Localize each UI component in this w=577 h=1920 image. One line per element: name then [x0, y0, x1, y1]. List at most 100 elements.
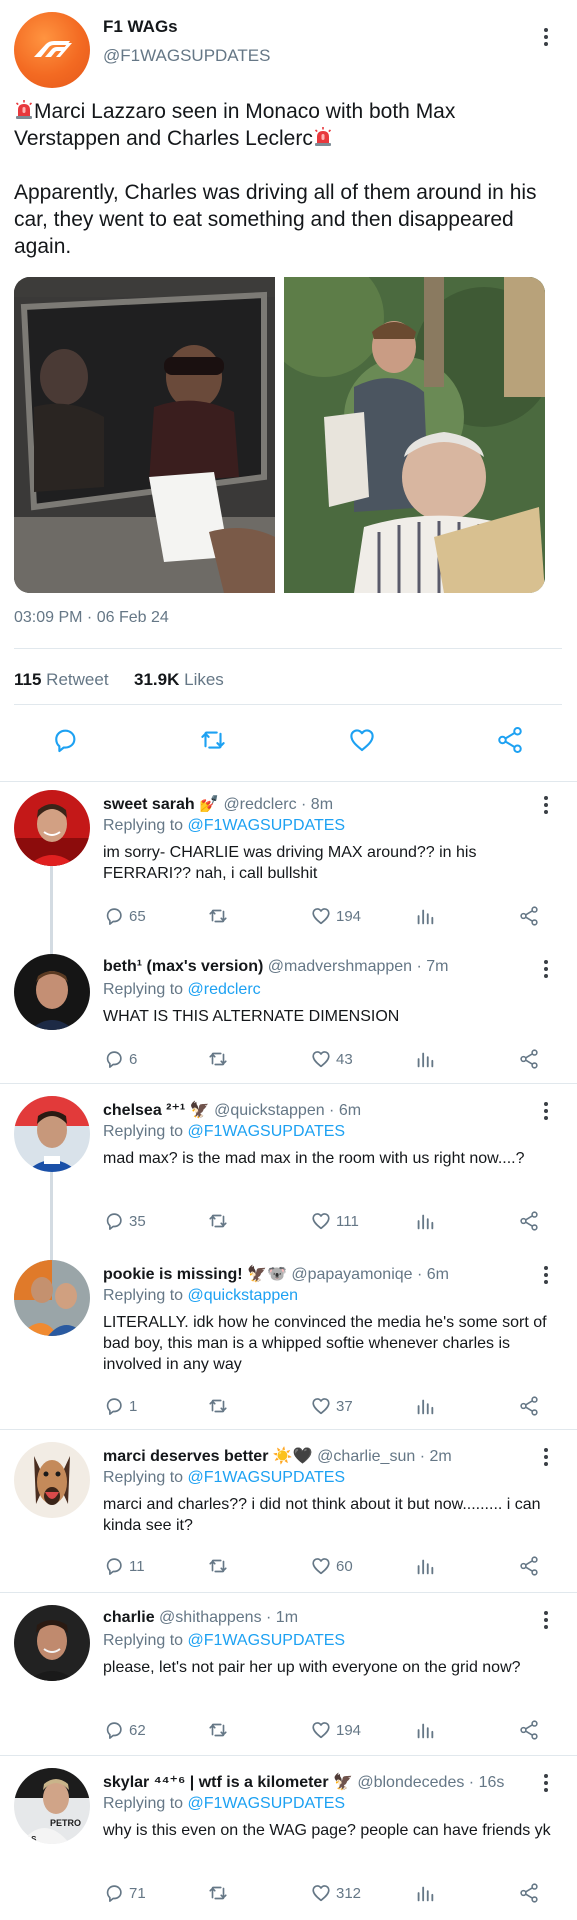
- reply-author-handle[interactable]: @quickstappen · 6m: [214, 1102, 361, 1119]
- replying-mention[interactable]: @F1WAGSUPDATES: [188, 817, 346, 834]
- replying-mention[interactable]: @F1WAGSUPDATES: [188, 1795, 346, 1812]
- thread-line: [50, 1172, 53, 1260]
- reply-author-handle[interactable]: @shithappens · 1m: [159, 1609, 298, 1626]
- reply-author-handle[interactable]: @madvershmappen · 7m: [268, 958, 449, 975]
- avatar[interactable]: [14, 1605, 90, 1681]
- more-icon[interactable]: [534, 954, 558, 984]
- divider: [0, 1755, 577, 1756]
- tweet-text: Marci Lazzaro seen in Monaco with both M…: [14, 98, 564, 260]
- like-button[interactable]: 43: [310, 1048, 353, 1070]
- reply-author-handle[interactable]: @papayamoniqe · 6m: [291, 1266, 449, 1283]
- replying-mention[interactable]: @F1WAGSUPDATES: [188, 1632, 346, 1649]
- analytics-button[interactable]: [414, 1719, 436, 1741]
- reply-author-name[interactable]: skylar ⁴⁴⁺⁶ | wtf is a kilometer 🦅: [103, 1774, 353, 1791]
- avatar[interactable]: [14, 1442, 90, 1518]
- retweet-button[interactable]: [198, 725, 228, 755]
- like-button[interactable]: 194: [310, 905, 361, 927]
- share-button[interactable]: [518, 1048, 540, 1070]
- analytics-button[interactable]: [414, 1048, 436, 1070]
- share-icon: [520, 1556, 538, 1576]
- avatar[interactable]: [14, 1096, 90, 1172]
- share-button[interactable]: [518, 1210, 540, 1232]
- retweet-button[interactable]: [206, 1719, 230, 1741]
- reply-count: 11: [129, 1557, 145, 1575]
- reply-author-name[interactable]: pookie is missing! 🦅🐨: [103, 1266, 287, 1283]
- more-icon[interactable]: [534, 1442, 558, 1472]
- more-icon[interactable]: [534, 1768, 558, 1798]
- replying-label: Replying to: [103, 817, 188, 834]
- like-button[interactable]: 60: [310, 1555, 353, 1577]
- retweet-button[interactable]: [206, 905, 230, 927]
- reply-button[interactable]: 71: [103, 1882, 146, 1904]
- analytics-button[interactable]: [414, 1882, 436, 1904]
- like-button[interactable]: 111: [310, 1210, 359, 1232]
- likes-count[interactable]: 31.9K: [134, 670, 179, 689]
- reply-button[interactable]: 62: [103, 1719, 146, 1741]
- replying-mention[interactable]: @redclerc: [188, 981, 261, 998]
- likes-label[interactable]: Likes: [184, 670, 224, 689]
- reply-author-handle[interactable]: @blondecedes · 16s: [357, 1774, 504, 1791]
- retweet-button[interactable]: [206, 1882, 230, 1904]
- retweet-button[interactable]: [206, 1395, 230, 1417]
- share-button[interactable]: [518, 1882, 540, 1904]
- reply-author-name[interactable]: charlie: [103, 1609, 155, 1626]
- retweet-button[interactable]: [206, 1555, 230, 1577]
- photo-street[interactable]: [284, 277, 545, 593]
- reply-author-name[interactable]: beth¹ (max's version): [103, 958, 263, 975]
- photo-car[interactable]: [14, 277, 275, 593]
- reply-button[interactable]: 11: [103, 1555, 145, 1577]
- analytics-button[interactable]: [414, 905, 436, 927]
- replying-mention[interactable]: @quickstappen: [188, 1287, 299, 1304]
- svg-text:SAS: SAS: [20, 1835, 37, 1844]
- reply-button[interactable]: 6: [103, 1048, 137, 1070]
- share-button[interactable]: [495, 725, 525, 755]
- more-icon[interactable]: [534, 1096, 558, 1126]
- more-icon[interactable]: [534, 1605, 558, 1635]
- like-button[interactable]: 194: [310, 1719, 361, 1741]
- reply-icon: [106, 1885, 122, 1902]
- avatar[interactable]: [14, 1260, 90, 1336]
- analytics-button[interactable]: [414, 1395, 436, 1417]
- reply-author-name[interactable]: marci deserves better ☀️🖤: [103, 1448, 313, 1465]
- replying-mention[interactable]: @F1WAGSUPDATES: [188, 1123, 346, 1140]
- avatar[interactable]: [14, 954, 90, 1030]
- retweet-button[interactable]: [206, 1210, 230, 1232]
- reply-author-handle[interactable]: @charlie_sun · 2m: [317, 1448, 452, 1465]
- author-name[interactable]: F1 WAGs: [103, 17, 178, 37]
- retweet-count[interactable]: 115: [14, 670, 41, 689]
- like-button[interactable]: [347, 725, 377, 755]
- analytics-button[interactable]: [414, 1210, 436, 1232]
- share-icon: [520, 1720, 538, 1740]
- replying-mention[interactable]: @F1WAGSUPDATES: [188, 1469, 346, 1486]
- more-icon[interactable]: [534, 1260, 558, 1290]
- analytics-button[interactable]: [414, 1555, 436, 1577]
- more-icon[interactable]: [534, 790, 558, 820]
- retweet-label[interactable]: Retweet: [46, 670, 108, 689]
- thread-line: [50, 866, 53, 954]
- share-button[interactable]: [518, 905, 540, 927]
- reply-button[interactable]: 35: [103, 1210, 146, 1232]
- share-button[interactable]: [518, 1395, 540, 1417]
- like-button[interactable]: 37: [310, 1395, 353, 1417]
- reply-author-handle[interactable]: @redclerc · 8m: [223, 796, 333, 813]
- reply-button[interactable]: [50, 725, 80, 755]
- author-avatar[interactable]: [14, 12, 90, 88]
- avatar[interactable]: PETRO SAS: [14, 1768, 90, 1844]
- retweet-icon: [209, 909, 227, 923]
- share-button[interactable]: [518, 1555, 540, 1577]
- author-handle[interactable]: @F1WAGSUPDATES: [103, 46, 270, 66]
- avatar[interactable]: [14, 790, 90, 866]
- reply-author-name[interactable]: sweet sarah 💅: [103, 796, 219, 813]
- retweet-button[interactable]: [206, 1048, 230, 1070]
- reply-author-name[interactable]: chelsea ²⁺¹ 🦅: [103, 1102, 210, 1119]
- like-icon: [312, 1558, 330, 1575]
- like-button[interactable]: 312: [310, 1882, 361, 1904]
- like-count: 194: [336, 1721, 362, 1739]
- reply-icon: [106, 1398, 122, 1415]
- share-button[interactable]: [518, 1719, 540, 1741]
- reply-button[interactable]: 1: [103, 1395, 137, 1417]
- reply-button[interactable]: 65: [103, 905, 146, 927]
- more-icon[interactable]: [534, 22, 558, 52]
- tweet-timestamp[interactable]: 03:09 PM · 06 Feb 24: [14, 609, 169, 627]
- retweet-icon: [209, 1723, 227, 1737]
